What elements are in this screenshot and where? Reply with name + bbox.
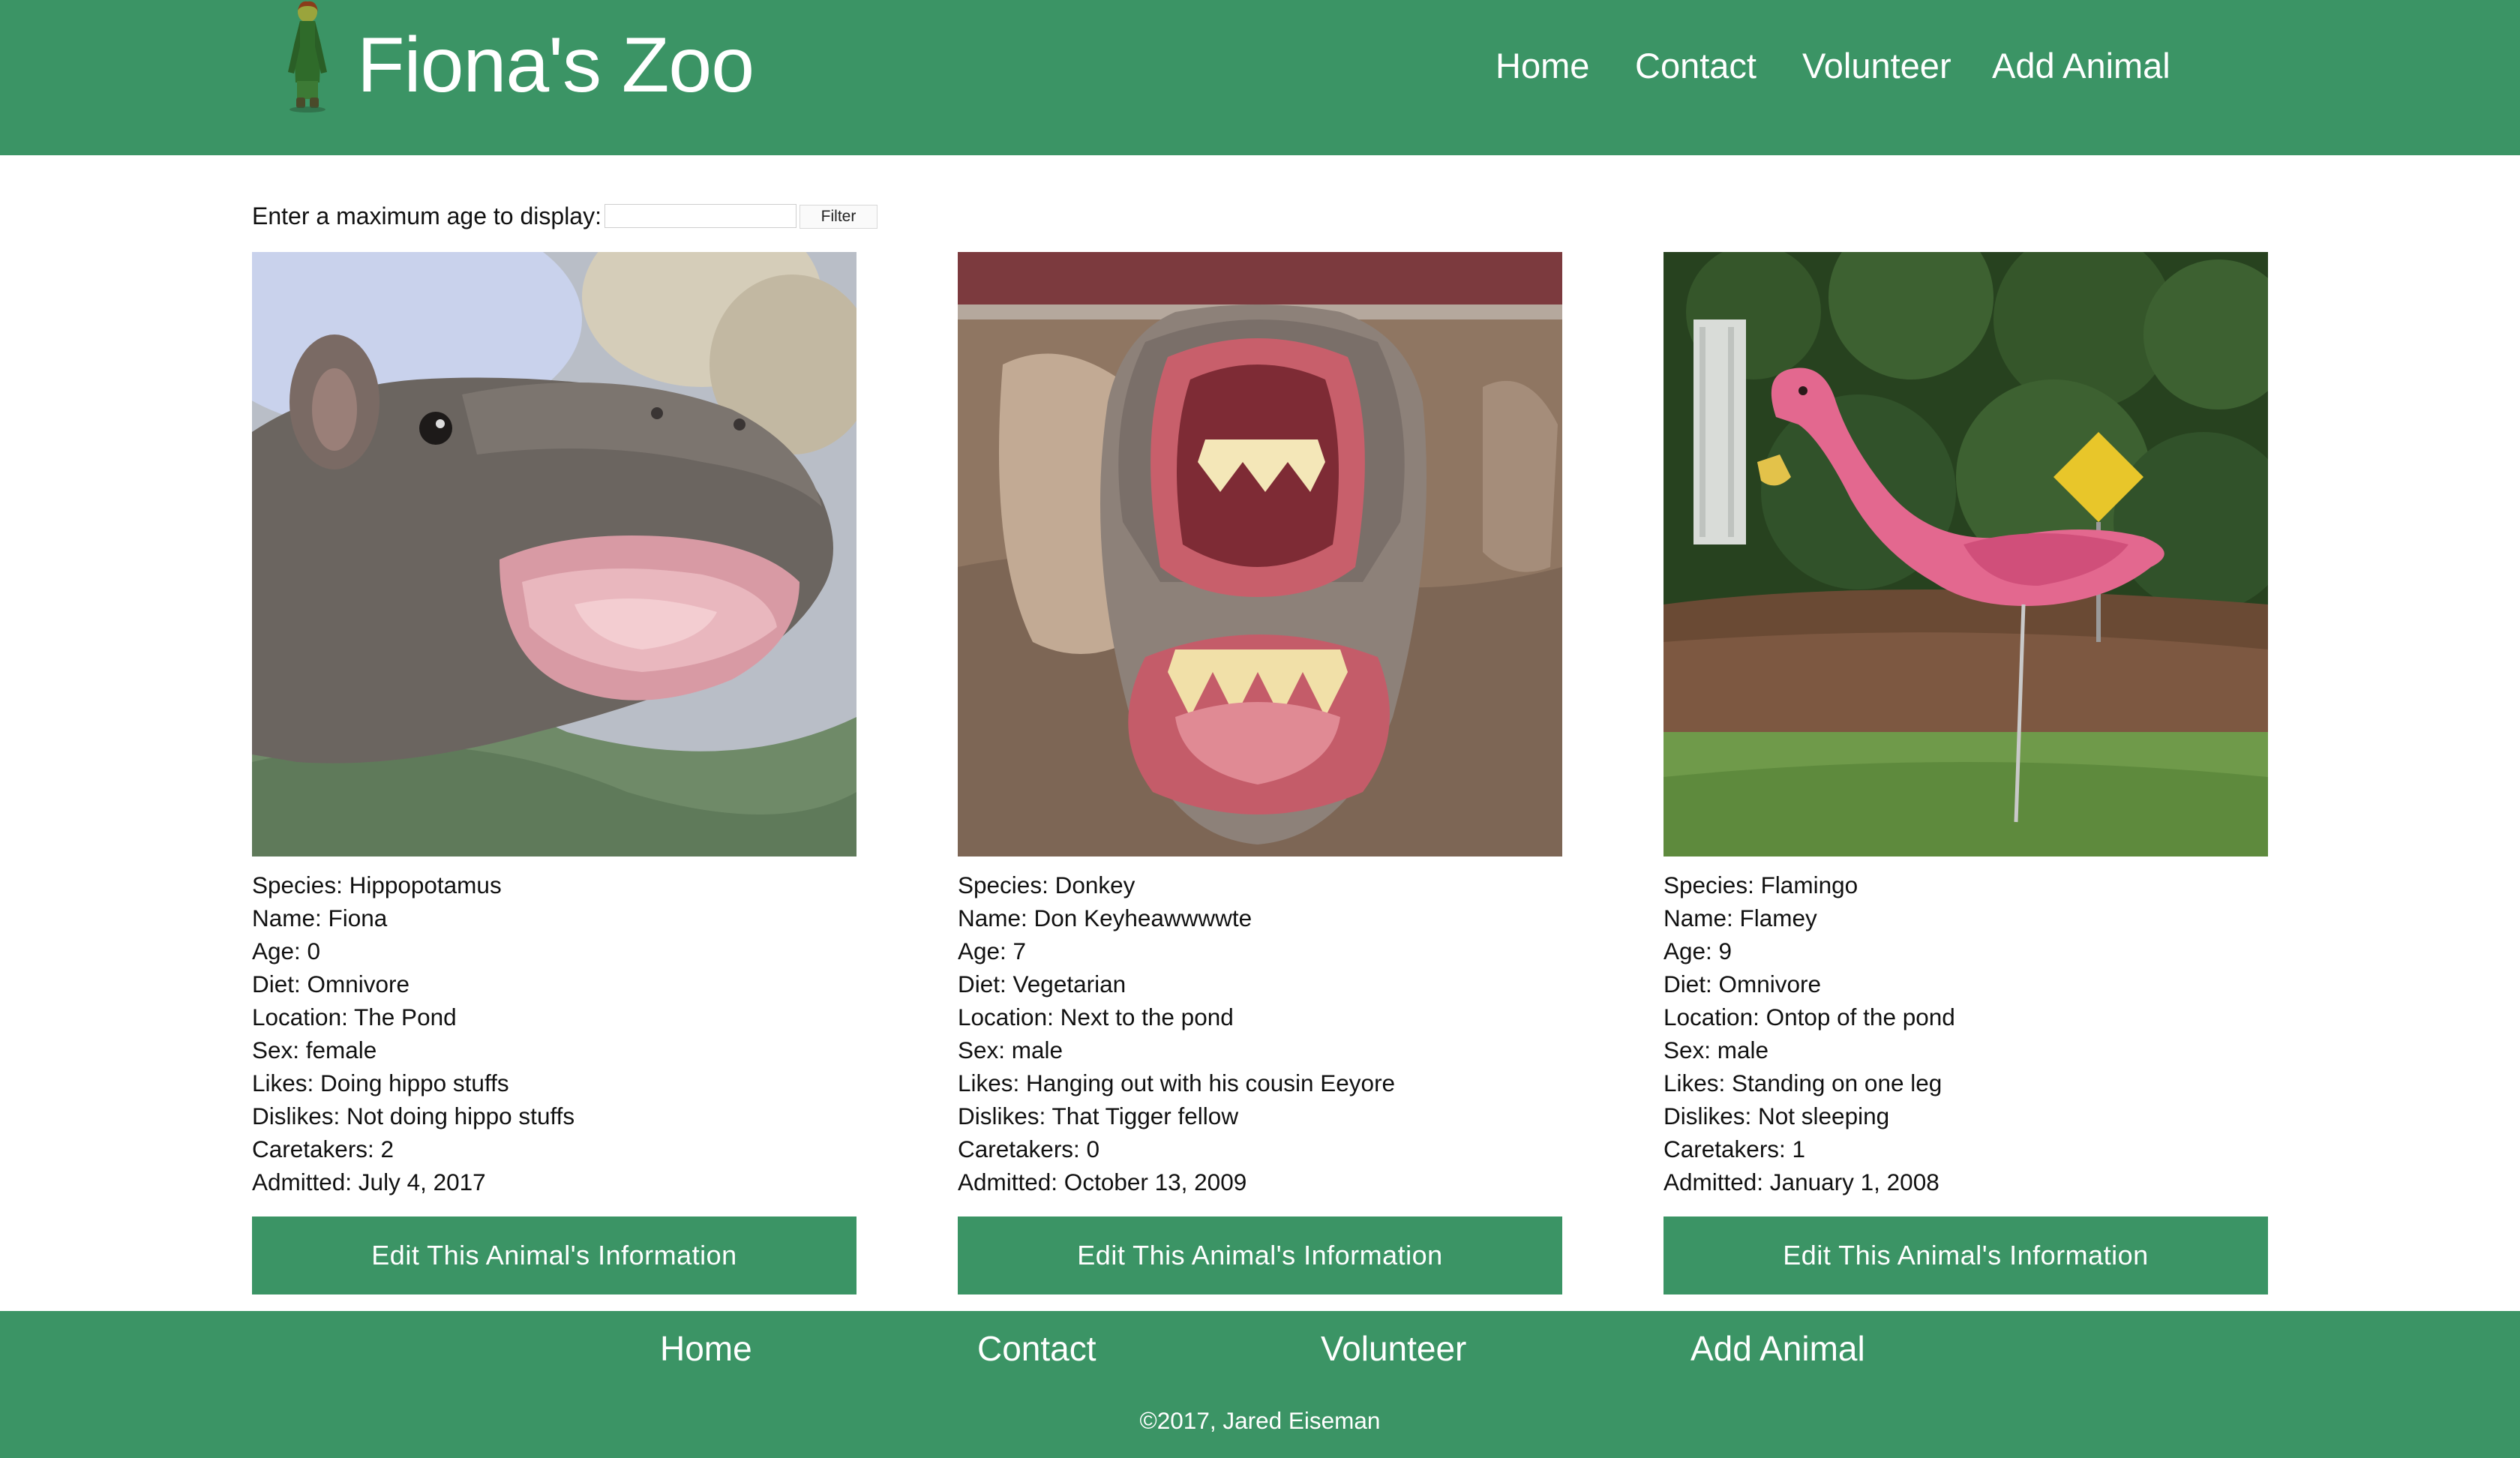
- site-title[interactable]: Fiona's Zoo: [357, 16, 754, 114]
- nav-volunteer-link[interactable]: Volunteer: [1802, 44, 1952, 88]
- sex-text: Sex: male: [958, 1036, 1064, 1064]
- site-header: Fiona's Zoo Home Contact Volunteer Add A…: [0, 0, 2520, 155]
- footer-contact-link[interactable]: Contact: [977, 1326, 1096, 1371]
- animal-card: Species: Hippopotamus Name: Fiona Age: 0…: [252, 252, 856, 1294]
- location-text: Location: Next to the pond: [958, 1004, 1234, 1030]
- species-text: Species: Hippopotamus: [252, 872, 502, 898]
- footer-add-animal-link[interactable]: Add Animal: [1690, 1326, 1865, 1371]
- copyright-text: ©2017, Jared Eiseman: [1139, 1407, 1381, 1434]
- sex-text: Sex: female: [252, 1036, 377, 1064]
- animal-card: Species: Flamingo Name: Flamey Age: 9 Di…: [1664, 252, 2268, 1294]
- location-text: Location: The Pond: [252, 1004, 457, 1030]
- admitted-text: Admitted: October 13, 2009: [958, 1168, 1247, 1196]
- age-text: Age: 9: [1664, 938, 1732, 964]
- nav-contact-link[interactable]: Contact: [1635, 44, 1756, 88]
- caretakers-text: Caretakers: 1: [1664, 1136, 1806, 1162]
- footer-home-link[interactable]: Home: [660, 1326, 752, 1371]
- likes-text: Likes: Hanging out with his cousin Eeyor…: [958, 1070, 1396, 1096]
- hippo-photo: [252, 252, 856, 856]
- diet-text: Diet: Omnivore: [252, 970, 410, 998]
- filter-button[interactable]: Filter: [800, 205, 878, 229]
- admitted-text: Admitted: July 4, 2017: [252, 1168, 486, 1196]
- location-text: Location: Ontop of the pond: [1664, 1004, 1955, 1030]
- likes-text: Likes: Doing hippo stuffs: [252, 1070, 509, 1096]
- admitted-text: Admitted: January 1, 2008: [1664, 1168, 1940, 1196]
- flamingo-photo: [1664, 252, 2268, 856]
- dislikes-text: Dislikes: Not sleeping: [1664, 1102, 1890, 1130]
- dislikes-text: Dislikes: Not doing hippo stuffs: [252, 1102, 575, 1130]
- age-text: Age: 7: [958, 938, 1027, 964]
- footer-volunteer-link[interactable]: Volunteer: [1321, 1326, 1466, 1371]
- age-text: Age: 0: [252, 938, 321, 964]
- animal-details: Species: Donkey Name: Don Keyheawwwwte A…: [958, 868, 1562, 1198]
- diet-text: Diet: Omnivore: [1664, 970, 1822, 998]
- donkey-photo: [958, 252, 1562, 856]
- name-text: Name: Fiona: [252, 904, 388, 932]
- likes-text: Likes: Standing on one leg: [1664, 1070, 1942, 1096]
- name-text: Name: Flamey: [1664, 904, 1817, 932]
- site-footer: Home Contact Volunteer Add Animal ©2017,…: [0, 1311, 2520, 1458]
- filter-label: Enter a maximum age to display:: [252, 202, 602, 230]
- edit-animal-button[interactable]: Edit This Animal's Information: [1664, 1216, 2268, 1294]
- edit-animal-button[interactable]: Edit This Animal's Information: [252, 1216, 856, 1294]
- species-text: Species: Donkey: [958, 872, 1136, 898]
- fiona-figure-logo[interactable]: [278, 0, 338, 112]
- nav-home-link[interactable]: Home: [1496, 44, 1589, 88]
- animal-card: Species: Donkey Name: Don Keyheawwwwte A…: [958, 252, 1562, 1294]
- nav-add-animal-link[interactable]: Add Animal: [1992, 44, 2170, 88]
- name-text: Name: Don Keyheawwwwte: [958, 904, 1252, 932]
- animal-details: Species: Hippopotamus Name: Fiona Age: 0…: [252, 868, 856, 1198]
- animal-details: Species: Flamingo Name: Flamey Age: 9 Di…: [1664, 868, 2268, 1198]
- edit-animal-button[interactable]: Edit This Animal's Information: [958, 1216, 1562, 1294]
- dislikes-text: Dislikes: That Tigger fellow: [958, 1102, 1239, 1130]
- caretakers-text: Caretakers: 0: [958, 1136, 1100, 1162]
- sex-text: Sex: male: [1664, 1036, 1769, 1064]
- max-age-input[interactable]: [604, 204, 796, 228]
- caretakers-text: Caretakers: 2: [252, 1136, 394, 1162]
- species-text: Species: Flamingo: [1664, 872, 1858, 898]
- diet-text: Diet: Vegetarian: [958, 970, 1126, 998]
